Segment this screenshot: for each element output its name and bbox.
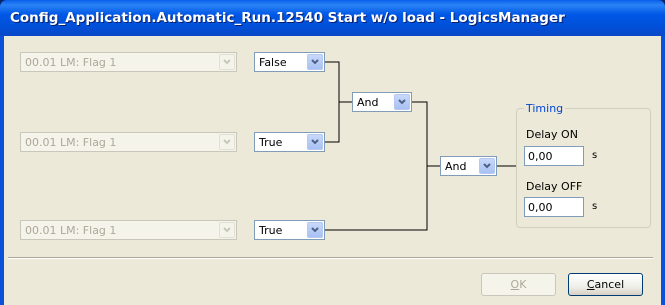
gate-select-2[interactable]: And <box>440 156 497 176</box>
chevron-down-icon[interactable] <box>479 158 495 174</box>
cancel-button-mnemonic: C <box>586 278 595 291</box>
ok-button-mnemonic: O <box>510 278 520 291</box>
window-title: Config_Application.Automatic_Run.12540 S… <box>10 10 565 26</box>
cancel-button[interactable]: Cancel <box>568 273 643 296</box>
delay-on-input[interactable] <box>525 148 582 164</box>
delay-on-unit: s <box>592 150 598 161</box>
chevron-down-icon <box>219 222 235 238</box>
source-select-1: 00.01 LM: Flag 1 <box>20 52 237 72</box>
chevron-down-icon[interactable] <box>307 54 323 70</box>
source-select-2: 00.01 LM: Flag 1 <box>20 132 237 152</box>
timing-group-title: Timing <box>524 102 566 115</box>
title-bar[interactable]: Config_Application.Automatic_Run.12540 S… <box>0 0 665 36</box>
delay-on-label: Delay ON <box>526 128 578 141</box>
bottom-separator <box>8 257 653 259</box>
delay-off-field[interactable] <box>524 197 584 217</box>
chevron-down-icon <box>219 134 235 150</box>
operator-select-1-value: False <box>259 56 287 69</box>
chevron-down-icon[interactable] <box>307 134 323 150</box>
delay-on-field[interactable] <box>524 146 584 166</box>
operator-select-2[interactable]: True <box>254 132 325 152</box>
gate-select-2-value: And <box>445 160 467 173</box>
gate-select-1[interactable]: And <box>352 92 412 112</box>
timing-group: Timing Delay ON s Delay OFF s <box>516 102 651 228</box>
ok-button[interactable]: OK <box>481 273 556 296</box>
window-frame-right <box>661 36 665 305</box>
dialog-client-area: 00.01 LM: Flag 1 False And 00.01 LM: Fla… <box>4 36 661 305</box>
chevron-down-icon[interactable] <box>307 222 323 238</box>
operator-select-2-value: True <box>259 136 283 149</box>
source-select-2-value: 00.01 LM: Flag 1 <box>25 136 117 149</box>
delay-off-label: Delay OFF <box>526 180 583 193</box>
source-select-3: 00.01 LM: Flag 1 <box>20 220 237 240</box>
chevron-down-icon[interactable] <box>394 94 410 110</box>
operator-select-3-value: True <box>259 224 283 237</box>
operator-select-3[interactable]: True <box>254 220 325 240</box>
gate-select-1-value: And <box>357 96 379 109</box>
delay-off-input[interactable] <box>525 199 582 215</box>
source-select-3-value: 00.01 LM: Flag 1 <box>25 224 117 237</box>
source-select-1-value: 00.01 LM: Flag 1 <box>25 56 117 69</box>
ok-button-label: K <box>519 278 527 291</box>
cancel-button-label: ancel <box>594 278 625 291</box>
chevron-down-icon <box>219 54 235 70</box>
delay-off-unit: s <box>592 201 598 212</box>
dialog-window: Config_Application.Automatic_Run.12540 S… <box>0 0 665 305</box>
operator-select-1[interactable]: False <box>254 52 325 72</box>
